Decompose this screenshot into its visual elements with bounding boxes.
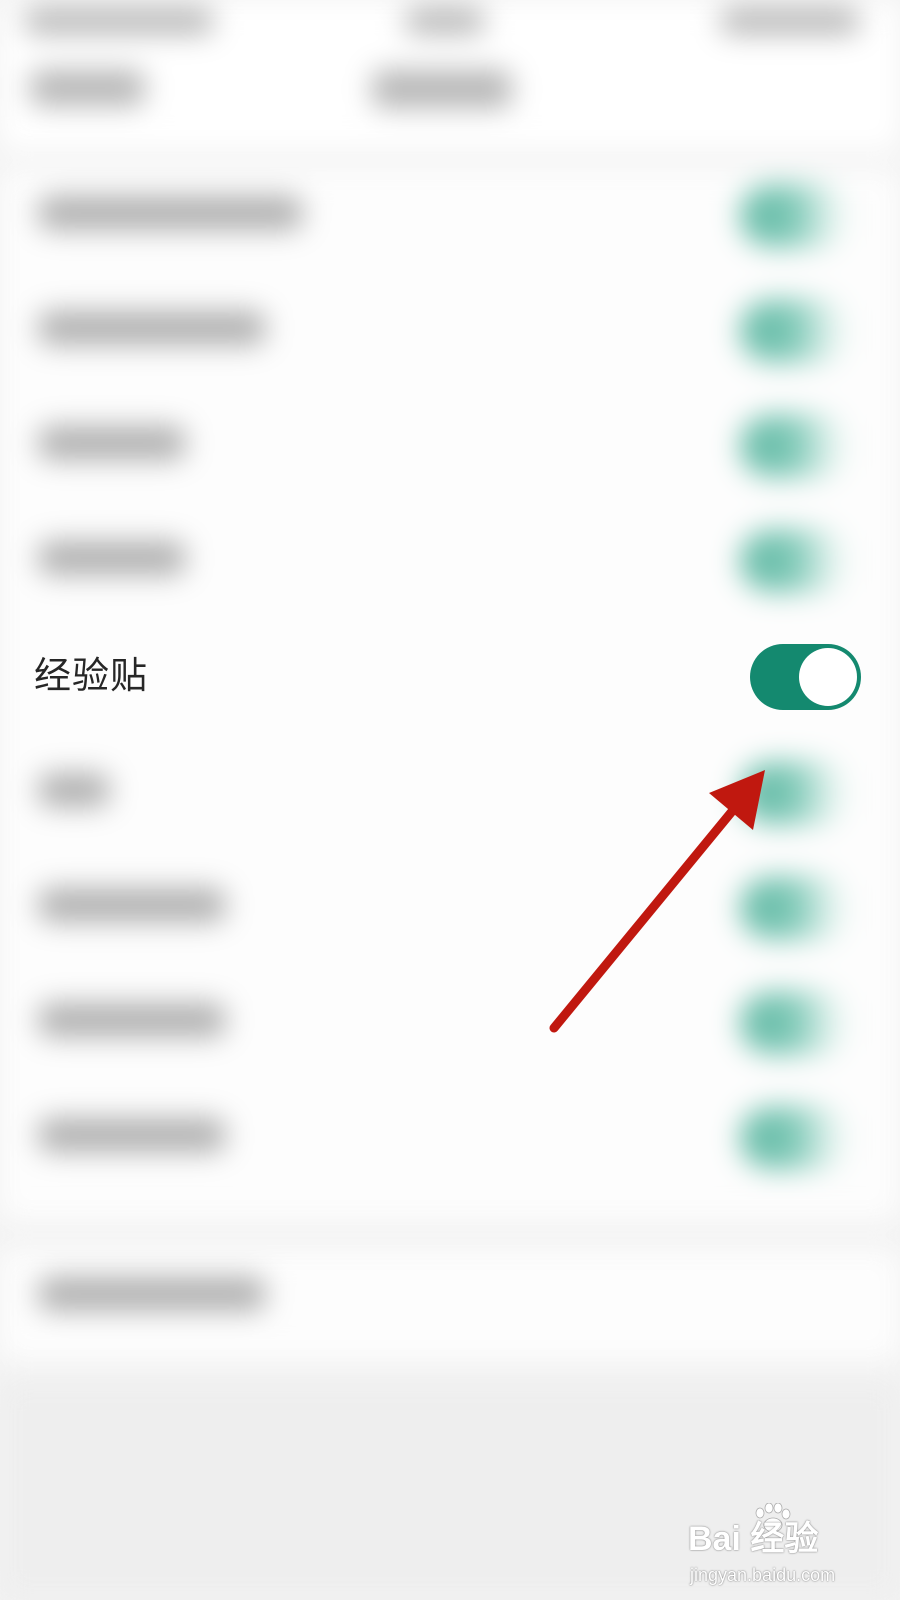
arrow-head [709, 770, 765, 830]
setting-label: 经验贴 [34, 654, 148, 697]
experience-posts-toggle[interactable] [750, 644, 861, 710]
blurred-background [0, 0, 900, 1600]
annotation-arrow-icon [549, 770, 765, 1033]
toggle-knob [799, 648, 857, 706]
blurred-header [0, 0, 900, 150]
baidu-jingyan-watermark: Bai 经验 jingyan.baidu.com [688, 1503, 888, 1593]
arrow-shaft [549, 793, 748, 1033]
watermark-brand: Bai 经验 [688, 1520, 819, 1558]
setting-row-experience-posts: 经验贴 [0, 640, 900, 712]
watermark-url: jingyan.baidu.com [690, 1565, 836, 1585]
